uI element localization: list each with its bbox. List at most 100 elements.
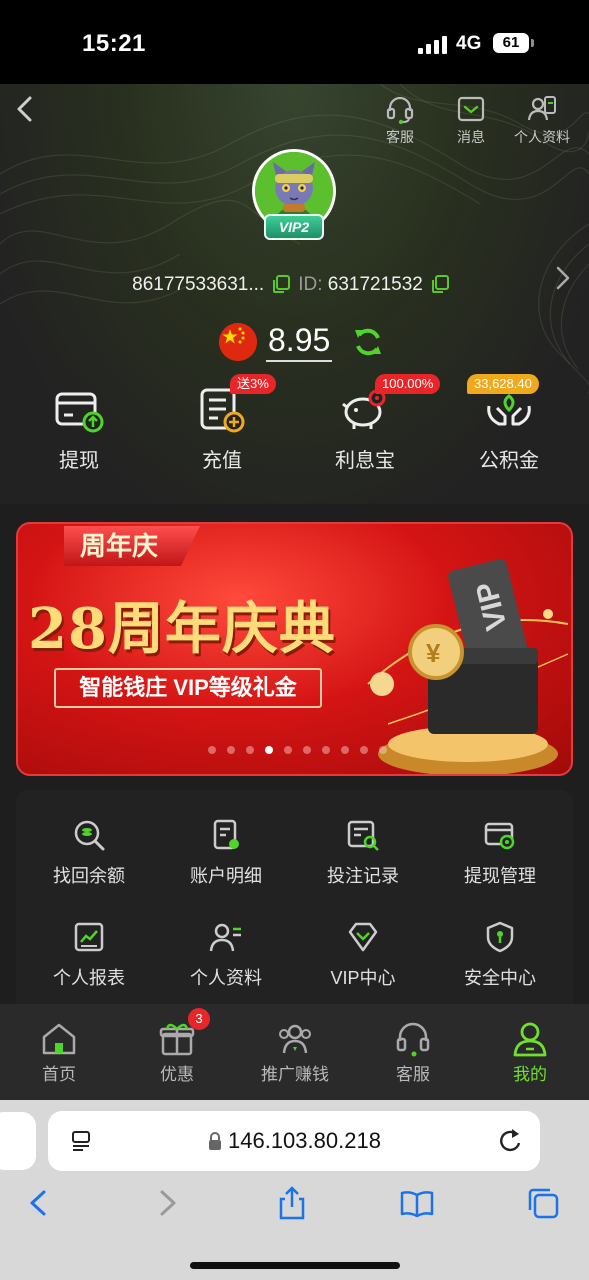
profile-icon	[527, 96, 556, 121]
deposit-button[interactable]: 送3% 充值	[162, 374, 282, 473]
search-coins-icon	[74, 820, 105, 851]
tab-customer-service[interactable]: 客服	[354, 1020, 472, 1085]
browser-back-icon[interactable]	[22, 1186, 56, 1220]
menu-account-details[interactable]: 账户明细	[157, 818, 295, 888]
menu-label: 投注记录	[327, 866, 399, 886]
svg-text:¥: ¥	[426, 638, 441, 668]
tab-label: 我的	[513, 1065, 547, 1084]
battery-icon: 61	[493, 33, 529, 53]
id-label: ID:	[298, 274, 323, 295]
vip-diamond-icon	[348, 922, 378, 952]
customer-service-label: 客服	[386, 129, 414, 145]
profile-header: 客服 消息 个人资料 VIP2 86177533631... ID: 63172…	[0, 84, 589, 504]
tabs-icon[interactable]	[526, 1186, 560, 1220]
url-text: 146.103.80.218	[228, 1128, 381, 1153]
menu-bet-records[interactable]: 投注记录	[294, 818, 432, 888]
provident-fund-button[interactable]: 33,628.40 公积金	[449, 374, 569, 473]
share-icon[interactable]	[275, 1186, 309, 1220]
menu-personal-report[interactable]: 个人报表	[20, 920, 158, 990]
pagination-dot[interactable]	[246, 746, 254, 754]
balance-value: 8.95	[266, 320, 333, 362]
tab-label: 首页	[42, 1065, 76, 1084]
tab-home[interactable]: 首页	[0, 1020, 118, 1085]
headset-icon	[386, 96, 414, 124]
pagination-dot[interactable]	[208, 746, 216, 754]
menu-personal-profile[interactable]: 个人资料	[157, 920, 295, 990]
menu-vip-center[interactable]: VIP中心	[294, 920, 432, 990]
refresh-icon[interactable]	[352, 326, 384, 358]
browser-forward-icon[interactable]	[150, 1186, 184, 1220]
message-icon	[457, 96, 485, 122]
pagination-dot[interactable]	[227, 746, 235, 754]
messages-label: 消息	[457, 129, 485, 145]
pagination-dot[interactable]	[284, 746, 292, 754]
menu-label: 个人资料	[190, 968, 262, 988]
headset-icon	[396, 1022, 430, 1057]
copy-id-icon[interactable]	[431, 275, 449, 293]
account-detail-icon	[213, 819, 239, 850]
pagination-dot[interactable]	[360, 746, 368, 754]
tab-referral[interactable]: 推广赚钱	[236, 1020, 354, 1085]
pagination-dot[interactable]	[341, 746, 349, 754]
user-icon	[513, 1022, 547, 1057]
interest-treasure-button[interactable]: 100.00% 利息宝	[305, 374, 441, 473]
copy-account-icon[interactable]	[272, 275, 291, 293]
page-menu-icon[interactable]	[70, 1129, 94, 1153]
status-time: 15:21	[82, 30, 146, 57]
tab-label: 优惠	[160, 1065, 194, 1084]
shield-icon	[486, 921, 514, 953]
pagination-dot[interactable]	[379, 746, 387, 754]
menu-label: 找回余额	[53, 866, 125, 886]
menu-withdraw-management[interactable]: 提现管理	[431, 818, 569, 888]
withdraw-button[interactable]: 提现	[19, 384, 139, 473]
withdraw-manage-icon	[484, 822, 515, 850]
interest-treasure-label: 利息宝	[335, 450, 395, 472]
previous-tab-preview[interactable]	[0, 1112, 36, 1170]
pagination-dot[interactable]	[322, 746, 330, 754]
china-flag-icon	[219, 323, 257, 361]
reload-icon[interactable]	[498, 1127, 524, 1155]
menu-recover-balance[interactable]: 找回余额	[20, 818, 158, 888]
pagination-dot[interactable]	[303, 746, 311, 754]
people-icon	[279, 1024, 311, 1054]
account-number: 86177533631...	[132, 274, 265, 295]
menu-label: VIP中心	[330, 968, 396, 988]
account-info-row: 86177533631... ID: 631721532	[0, 274, 589, 296]
provident-fund-label: 公积金	[479, 450, 539, 472]
back-button[interactable]	[12, 94, 38, 124]
promo-banner[interactable]: 周年庆 28周年庆典 智能钱庄 VIP等级礼金 VIP ¥	[16, 522, 573, 776]
vip-gift-box-art: VIP ¥	[367, 558, 569, 774]
deposit-label: 充值	[202, 450, 242, 472]
interest-rate-badge: 100.00%	[375, 374, 441, 394]
banner-subtitle: 智能钱庄 VIP等级礼金	[54, 668, 322, 708]
withdraw-card-icon	[55, 392, 104, 433]
menu-label: 个人报表	[53, 968, 125, 988]
profile-card-icon	[209, 923, 241, 952]
tab-promotions[interactable]: 3 优惠	[118, 1008, 236, 1085]
promotions-count-badge: 3	[188, 1008, 210, 1030]
profile-button[interactable]: 个人资料	[507, 94, 577, 147]
home-icon	[42, 1023, 76, 1055]
customer-service-button[interactable]: 客服	[365, 94, 435, 147]
fund-amount-badge: 33,628.40	[467, 374, 539, 394]
profile-label: 个人资料	[514, 129, 570, 145]
tab-mine[interactable]: 我的	[471, 1020, 589, 1085]
status-bar: 15:21 4G 61	[0, 0, 589, 84]
deposit-bonus-badge: 送3%	[230, 374, 276, 394]
network-type: 4G	[456, 33, 482, 54]
battery-tip	[531, 39, 534, 47]
vip-level-badge: VIP2	[264, 214, 324, 240]
menu-security-center[interactable]: 安全中心	[431, 920, 569, 990]
banner-tag: 周年庆	[64, 526, 200, 566]
messages-button[interactable]: 消息	[436, 94, 506, 147]
id-value: 631721532	[327, 274, 423, 295]
menu-label: 提现管理	[464, 866, 536, 886]
signal-icon	[418, 36, 447, 54]
report-chart-icon	[74, 922, 104, 952]
pagination-dot[interactable]	[265, 746, 273, 754]
banner-title: 28周年庆典	[28, 596, 336, 662]
address-bar[interactable]: 146.103.80.218	[48, 1111, 540, 1171]
bookmarks-icon[interactable]	[400, 1186, 434, 1220]
tab-label: 客服	[396, 1065, 430, 1084]
tab-label: 推广赚钱	[261, 1065, 329, 1084]
